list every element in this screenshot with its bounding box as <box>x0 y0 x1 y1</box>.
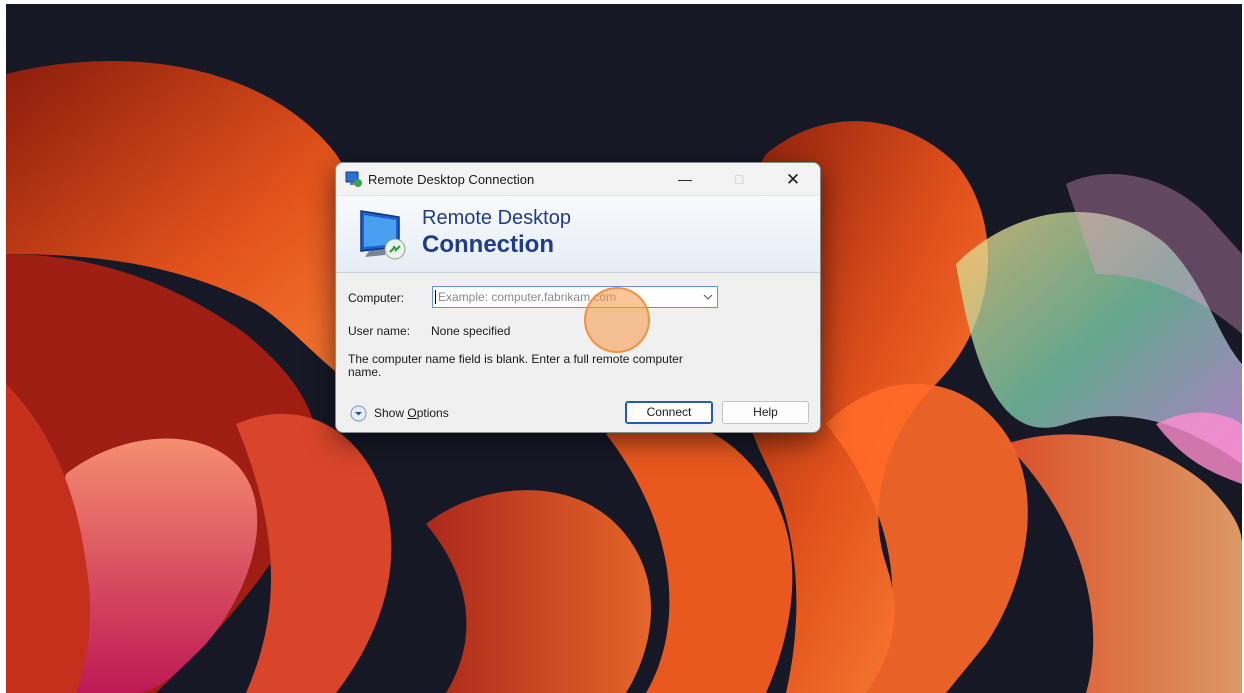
remote-desktop-dialog: Remote Desktop Connection — □ ✕ Remote D… <box>335 162 821 433</box>
show-options-label[interactable]: Show Options <box>374 406 449 420</box>
help-button[interactable]: Help <box>722 401 809 424</box>
banner: Remote Desktop Connection <box>336 196 820 273</box>
connect-button[interactable]: Connect <box>625 401 713 424</box>
computer-combobox[interactable]: Example: computer.fabrikam.com <box>432 286 718 308</box>
maximize-button[interactable]: □ <box>716 163 762 196</box>
username-value: None specified <box>431 324 511 338</box>
username-label: User name: <box>348 324 411 338</box>
close-button[interactable]: ✕ <box>770 163 816 196</box>
window-title: Remote Desktop Connection <box>368 172 535 187</box>
text-caret <box>435 290 436 304</box>
title-bar[interactable]: Remote Desktop Connection — □ ✕ <box>336 163 820 196</box>
banner-title-line2: Connection <box>422 231 554 258</box>
minimize-button[interactable]: — <box>662 163 708 196</box>
chevron-down-circle-icon[interactable] <box>350 405 367 422</box>
chevron-down-icon[interactable] <box>703 292 713 302</box>
banner-title-line1: Remote Desktop <box>422 207 571 229</box>
click-indicator <box>584 287 650 353</box>
accelerator-key: O <box>407 406 417 420</box>
validation-message: The computer name field is blank. Enter … <box>348 352 683 379</box>
computer-label: Computer: <box>348 291 405 305</box>
remote-desktop-logo-icon <box>360 210 406 260</box>
remote-desktop-icon <box>345 171 362 187</box>
